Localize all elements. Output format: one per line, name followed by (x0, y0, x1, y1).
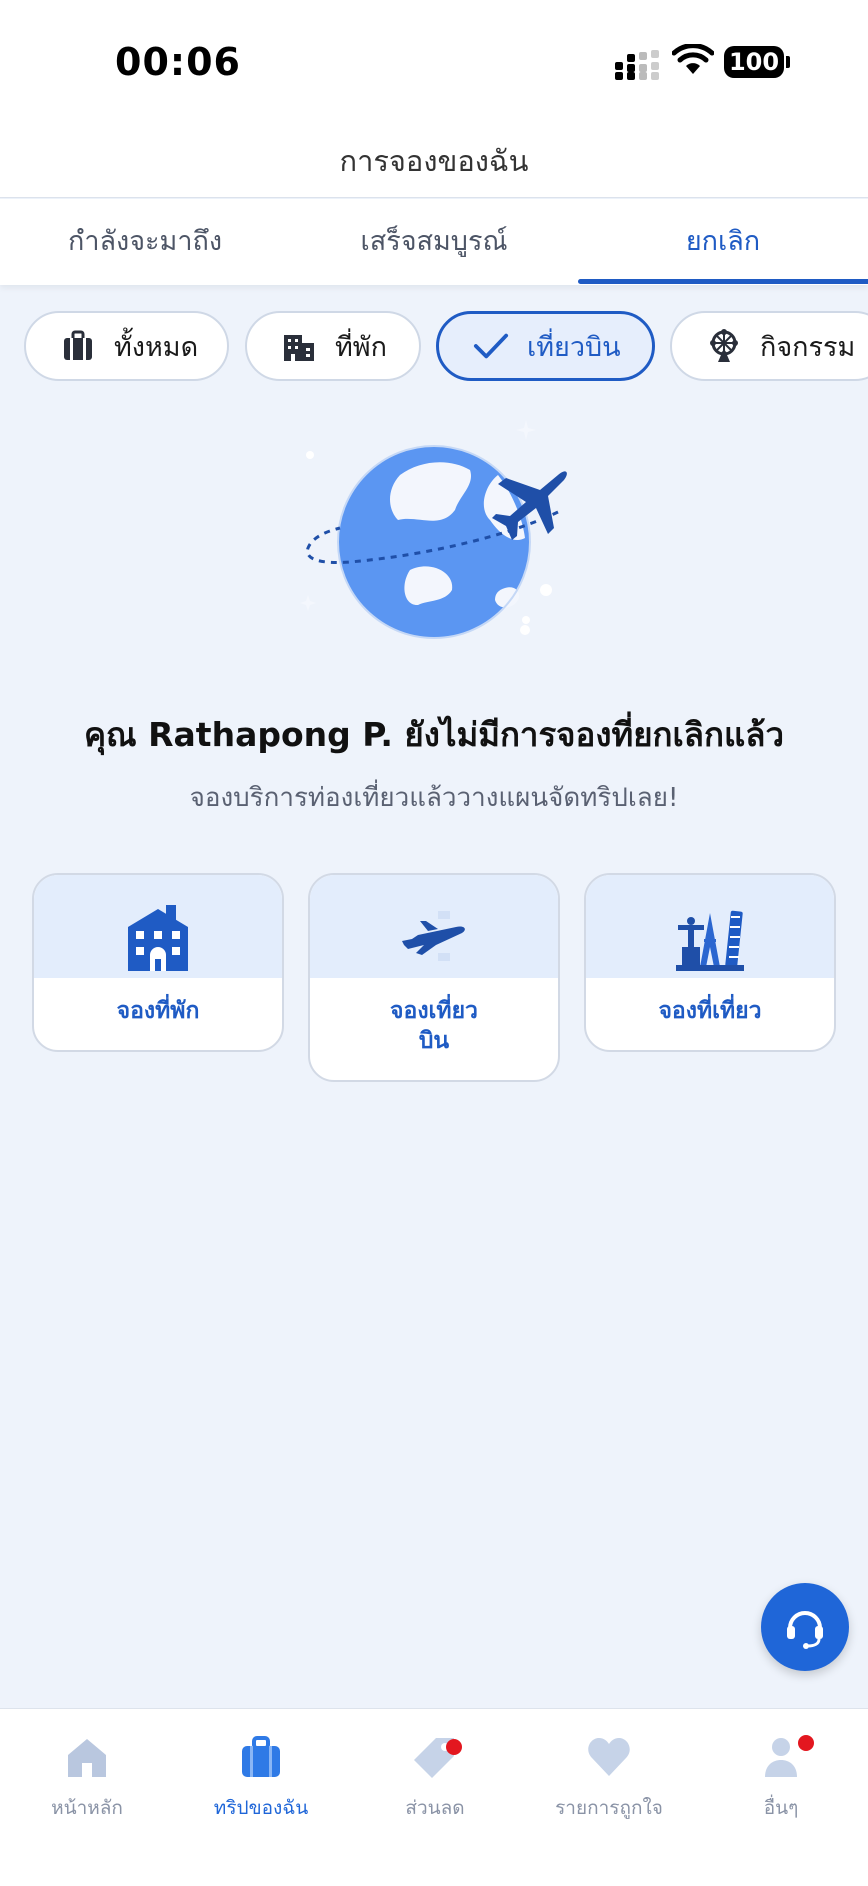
nav-discounts[interactable]: ส่วนลด (348, 1731, 522, 1823)
booking-tabs: กำลังจะมาถึง เสร็จสมบูรณ์ ยกเลิก (0, 199, 868, 285)
check-icon (473, 328, 509, 364)
wifi-icon (672, 44, 714, 74)
tab-cancelled[interactable]: ยกเลิก (578, 199, 868, 285)
status-bar: 00:06 100 (0, 0, 868, 110)
filter-chip-flights[interactable]: เที่ยวบิน (436, 311, 655, 381)
suitcase-icon (60, 328, 96, 364)
book-hotel-card[interactable]: จองที่พัก (32, 873, 284, 1052)
book-hotel-label: จองที่พัก (116, 998, 200, 1024)
filter-chip-activities[interactable]: กิจกรรม (670, 311, 868, 381)
globe-airplane-illustration (300, 420, 567, 639)
page-title: การจองของฉัน (339, 144, 529, 178)
home-icon (68, 1739, 106, 1777)
book-flight-label: จองเที่ยว บิน (390, 998, 478, 1054)
battery-icon: 100 (724, 46, 790, 78)
book-flight-card[interactable]: จองเที่ยว บิน (308, 873, 560, 1082)
ferris-wheel-icon (706, 328, 742, 364)
active-tab-indicator (578, 279, 868, 284)
nav-my-trips[interactable]: ทริปของฉัน (174, 1731, 348, 1823)
notification-badge (798, 1735, 814, 1751)
filter-chip-label: กิจกรรม (760, 331, 856, 363)
filter-chip-label: ที่พัก (335, 331, 387, 363)
nav-label: รายการถูกใจ (555, 1797, 663, 1819)
book-attraction-card[interactable]: จองที่เที่ยว (584, 873, 836, 1052)
cellular-signal-icon (615, 50, 659, 80)
headset-icon (787, 1611, 823, 1649)
building-icon (281, 328, 317, 364)
status-time: 00:06 (115, 40, 241, 84)
nav-wishlist[interactable]: รายการถูกใจ (522, 1731, 696, 1823)
nav-label: อื่นๆ (763, 1797, 799, 1819)
bottom-navigation: หน้าหลัก ทริปของฉัน ส่วนลด รายการถูกใจ อ… (0, 1708, 868, 1886)
filter-chip-label: เที่ยวบิน (527, 331, 621, 363)
empty-state-subtitle: จองบริการท่องเที่ยวแล้ววางแผนจัดทริปเลย! (189, 783, 679, 813)
page-header: การจองของฉัน (0, 110, 868, 198)
nav-more[interactable]: อื่นๆ (694, 1731, 868, 1823)
landmarks-icon (676, 910, 744, 971)
tab-upcoming[interactable]: กำลังจะมาถึง (0, 199, 290, 285)
filter-chip-all[interactable]: ทั้งหมด (24, 311, 229, 381)
customer-support-button[interactable] (761, 1583, 849, 1671)
tab-completed[interactable]: เสร็จสมบูรณ์ (289, 199, 579, 285)
heart-icon (588, 1738, 630, 1776)
notification-badge (446, 1739, 462, 1755)
empty-state-title: คุณ Rathapong P. ยังไม่มีการจองที่ยกเลิก… (83, 715, 785, 754)
nav-home[interactable]: หน้าหลัก (0, 1731, 174, 1823)
book-attraction-label: จองที่เที่ยว (658, 998, 762, 1024)
suitcase-icon (242, 1736, 280, 1777)
nav-label: หน้าหลัก (51, 1797, 123, 1819)
airplane-icon (402, 911, 465, 961)
nav-label: ทริปของฉัน (213, 1797, 309, 1819)
nav-label: ส่วนลด (405, 1797, 465, 1819)
hotel-icon (128, 905, 188, 971)
profile-icon (765, 1738, 797, 1777)
filter-chip-accommodation[interactable]: ที่พัก (245, 311, 421, 381)
filter-chip-label: ทั้งหมด (114, 331, 199, 363)
